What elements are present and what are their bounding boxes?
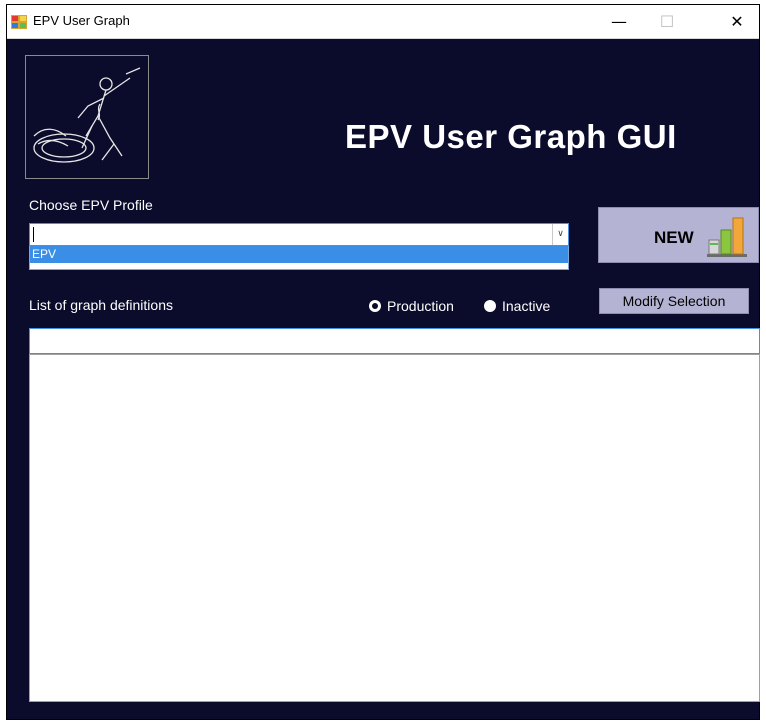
chevron-down-icon[interactable]: ∨	[552, 224, 568, 245]
text-caret	[33, 227, 34, 242]
new-button-label: NEW	[654, 228, 694, 247]
modify-selection-button[interactable]: Modify Selection	[599, 288, 749, 314]
window-title: EPV User Graph	[33, 13, 130, 28]
radio-unselected-icon[interactable]	[484, 300, 496, 312]
app-window-icon	[11, 15, 27, 29]
minimize-button[interactable]: —	[597, 5, 641, 39]
profile-combobox[interactable]: ∨	[29, 223, 569, 246]
maximize-button[interactable]: ☐	[645, 5, 689, 39]
app-window: EPV User Graph — ☐ ✕ EPV User Graph GUI …	[6, 4, 760, 720]
radio-inactive[interactable]: Inactive	[484, 298, 550, 314]
graph-definitions-list[interactable]	[29, 354, 760, 702]
sword-skeleton-logo	[25, 55, 149, 179]
graph-list-label: List of graph definitions	[29, 297, 173, 313]
radio-selected-icon[interactable]	[369, 300, 381, 312]
dropdown-option-epv[interactable]: EPV	[30, 246, 568, 263]
bar-chart-icon	[707, 217, 747, 257]
app-title: EPV User Graph GUI	[345, 118, 677, 155]
new-button[interactable]: NEW	[598, 207, 759, 263]
graph-filter-input[interactable]	[29, 328, 760, 354]
title-bar[interactable]: EPV User Graph — ☐ ✕	[7, 5, 759, 39]
close-button[interactable]: ✕	[715, 5, 759, 39]
radio-production[interactable]: Production	[369, 298, 454, 314]
radio-inactive-label: Inactive	[502, 298, 551, 314]
profile-dropdown-list[interactable]: EPV	[29, 246, 569, 270]
profile-label: Choose EPV Profile	[29, 197, 153, 213]
radio-production-label: Production	[387, 298, 454, 314]
